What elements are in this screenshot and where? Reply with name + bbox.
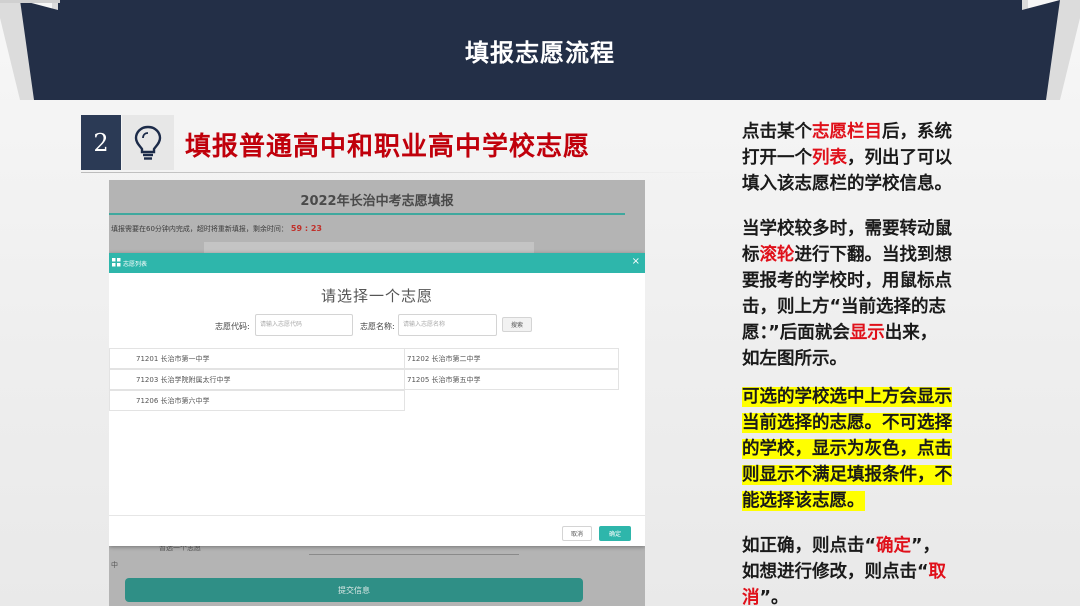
page-title: 填报志愿流程 <box>465 39 615 67</box>
close-icon[interactable]: × <box>632 256 640 267</box>
school-item[interactable]: 71206 长治市第六中学 <box>109 390 405 411</box>
instruction-paragraph-3: 可选的学校选中上方会显示 当前选择的志愿。不可选择 的学校，显示为灰色，点击 则… <box>742 384 992 514</box>
modal-prompt: 请选择一个志愿 <box>320 287 433 305</box>
text-span: 进行下翻。当找到想 <box>794 245 953 265</box>
text-span: 后，系统 <box>882 122 952 142</box>
emphasis-text: 取 <box>928 562 947 582</box>
highlighted-text: 则显示不满足填报条件，不 <box>742 465 952 485</box>
text-span: ”， <box>911 536 941 556</box>
code-input[interactable] <box>255 314 353 336</box>
text-line: 填入该志愿栏的学校信息。 <box>742 174 952 194</box>
text-span: 出来， <box>884 323 938 343</box>
modal-footer-divider <box>109 515 645 516</box>
highlighted-text: 的学校，显示为灰色，点击 <box>742 439 952 459</box>
name-input[interactable] <box>398 314 497 336</box>
section-divider <box>81 172 721 173</box>
modal-header: 志愿列表 × <box>109 253 645 273</box>
behind-mark: 中 <box>111 561 118 569</box>
text-span: ，列出了可以 <box>847 148 952 168</box>
screenshot-page-title: 2022年长治中考志愿填报 <box>300 194 454 209</box>
embedded-screenshot: 2022年长治中考志愿填报 填报需要在60分钟内完成，超时将重新填报，剩余时间：… <box>109 180 645 606</box>
emphasis-text: 滚轮 <box>759 245 795 265</box>
school-item[interactable]: 71201 长治市第一中学 <box>109 348 405 369</box>
search-button[interactable]: 搜索 <box>502 317 532 332</box>
highlighted-text: 能选择该志愿。 <box>742 491 865 511</box>
code-label: 志愿代码: <box>215 322 250 331</box>
section-number: 2 <box>81 115 121 170</box>
text-span: 标 <box>742 245 760 265</box>
highlighted-text: 当前选择的志愿。不可选择 <box>742 413 952 433</box>
emphasis-text: 列表 <box>812 148 847 168</box>
cancel-button[interactable]: 取消 <box>562 526 592 541</box>
emphasis-text: 消 <box>742 588 760 606</box>
text-line: 击，则上方“当前选择的志 <box>742 297 947 317</box>
text-line: 的学校，显示为灰色，点击 <box>742 436 992 462</box>
grid-icon <box>112 258 121 267</box>
school-item[interactable]: 71203 长治学院附属太行中学 <box>109 369 405 390</box>
school-list-modal: 志愿列表 × 请选择一个志愿 志愿代码: 志愿名称: 搜索 71201 长治市第… <box>109 253 645 546</box>
text-line: 则显示不满足填报条件，不 <box>742 462 992 488</box>
text-span: 点击某个 <box>742 122 812 142</box>
submit-button[interactable]: 提交信息 <box>125 578 583 602</box>
text-line: 标滚轮进行下翻。当找到想 <box>742 242 992 268</box>
timer-notice: 填报需要在60分钟内完成，超时将重新填报，剩余时间： 59 : 23 <box>111 224 322 234</box>
emphasis-text: 显示 <box>849 323 885 343</box>
text-line: 打开一个列表，列出了可以 <box>742 145 992 171</box>
text-line: 如左图所示。 <box>742 349 847 369</box>
text-line: 点击某个志愿栏目后，系统 <box>742 119 992 145</box>
modal-header-label: 志愿列表 <box>123 261 148 268</box>
text-line: 消”。 <box>742 585 992 606</box>
section-title: 填报普通高中和职业高中学校志愿 <box>185 132 591 162</box>
emphasis-text: 志愿栏目 <box>812 122 882 142</box>
highlighted-text: 可选的学校选中上方会显示 <box>742 387 952 407</box>
text-span: ”。 <box>759 588 789 606</box>
timer-text: 填报需要在60分钟内完成，超时将重新填报，剩余时间： <box>111 225 288 233</box>
instruction-paragraph-4: 如正确，则点击“确定”， 如想进行修改，则点击“取 消”。 <box>742 533 992 606</box>
top-banner: 填报志愿流程 <box>0 0 1080 100</box>
text-line: 要报考的学校时，用鼠标点 <box>742 271 952 291</box>
text-line: 可选的学校选中上方会显示 <box>742 384 992 410</box>
text-span: 如正确，则点击“ <box>742 536 877 556</box>
instruction-paragraph-2: 当学校较多时，需要转动鼠 标滚轮进行下翻。当找到想 要报考的学校时，用鼠标点 击… <box>742 216 992 372</box>
text-line: 能选择该志愿。 <box>742 488 992 514</box>
text-line: 当学校较多时，需要转动鼠 <box>742 219 952 239</box>
emphasis-text: 确定 <box>876 536 912 556</box>
section-icon-box <box>122 115 174 170</box>
behind-line <box>309 554 519 555</box>
text-line: 当前选择的志愿。不可选择 <box>742 410 992 436</box>
text-span: 打开一个 <box>742 148 812 168</box>
title-underline <box>109 213 625 215</box>
school-item[interactable]: 71202 长治市第二中学 <box>404 348 619 369</box>
text-line: 如想进行修改，则点击“取 <box>742 559 992 585</box>
text-line: 如正确，则点击“确定”， <box>742 533 992 559</box>
timer-value: 59 : 23 <box>290 224 322 233</box>
text-line: 愿：”后面就会显示出来， <box>742 320 992 346</box>
text-span: 愿：”后面就会 <box>742 323 850 343</box>
name-label: 志愿名称: <box>360 322 395 331</box>
school-item[interactable]: 71205 长治市第五中学 <box>404 369 619 390</box>
instruction-paragraph-1: 点击某个志愿栏目后，系统 打开一个列表，列出了可以 填入该志愿栏的学校信息。 <box>742 119 992 197</box>
lightbulb-icon <box>134 125 162 160</box>
text-span: 如想进行修改，则点击“ <box>742 562 929 582</box>
confirm-button[interactable]: 确定 <box>599 526 631 541</box>
